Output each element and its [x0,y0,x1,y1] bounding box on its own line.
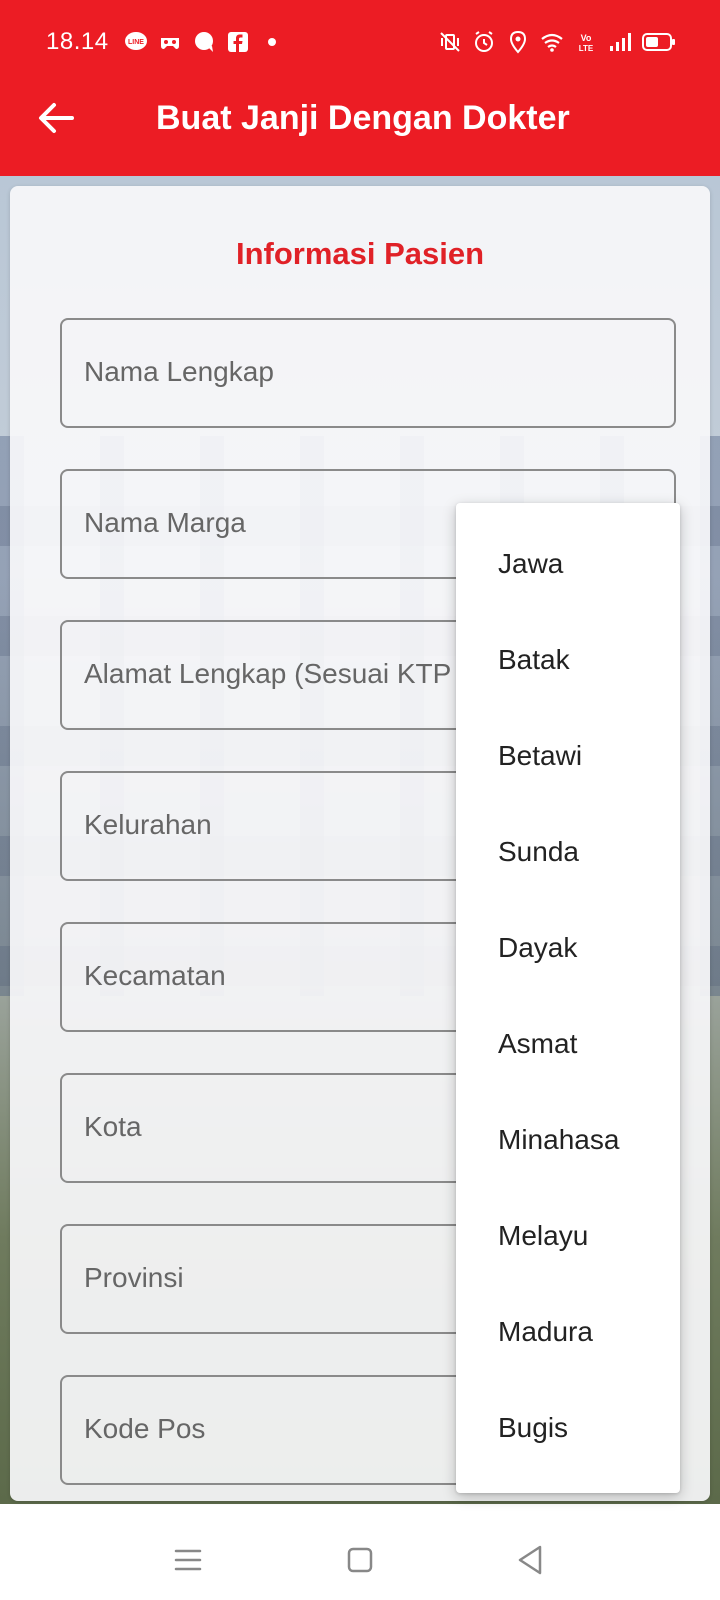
dot-icon [268,38,276,46]
volte-icon: VoLTE [579,33,594,53]
menu-icon[interactable] [168,1540,208,1580]
battery-icon [642,33,675,51]
notification-icons: LINE [124,30,284,54]
field-label: Nama Marga [84,507,246,538]
option-label: Madura [498,1316,593,1347]
system-icons: Vo LTE [438,30,676,54]
chat-icon [195,32,213,52]
option-label: Batak [498,644,570,675]
option-label: Asmat [498,1028,578,1059]
dropdown-option-sunda[interactable]: Sunda [456,806,680,902]
dropdown-option-asmat[interactable]: Asmat [456,998,680,1094]
system-navigation-bar [0,1512,720,1600]
back-arrow-icon[interactable] [36,98,76,138]
option-label: Melayu [498,1220,589,1251]
option-label: Jawa [498,548,564,579]
location-icon [509,30,527,54]
field-label: Nama Lengkap [84,356,274,387]
option-label: Dayak [498,932,578,963]
status-bar: 18.14 LINE Vo LTE [0,0,720,88]
alarm-icon [475,31,493,52]
back-icon[interactable] [510,1540,550,1580]
section-title: Informasi Pasien [235,236,485,271]
field-label: Kelurahan [84,809,212,840]
field-label: Alamat Lengkap (Sesuai KTP [84,658,452,689]
dropdown-option-dayak[interactable]: Dayak [456,902,680,998]
dropdown-option-jawa[interactable]: Jawa [456,518,680,614]
field-label: Kota [84,1111,142,1142]
line-icon: LINE [125,32,147,50]
game-icon [161,38,179,49]
status-time: 18.14 [46,28,109,55]
dropdown-option-bugis[interactable]: Bugis [456,1382,680,1478]
field-label: Kecamatan [84,960,226,991]
option-label: Bugis [498,1412,569,1443]
dropdown-option-batak[interactable]: Batak [456,614,680,710]
option-label: Sunda [498,836,579,867]
svg-text:Vo: Vo [581,33,592,43]
option-label: Minahasa [498,1124,620,1155]
mute-vibrate-icon [440,32,460,52]
ethnicity-dropdown-menu: Jawa Batak Betawi Sunda Dayak Asmat Mina… [456,503,680,1493]
field-label: Provinsi [84,1262,184,1293]
full-name-field[interactable]: Nama Lengkap [60,318,676,428]
home-icon[interactable] [340,1540,380,1580]
option-label: Betawi [498,740,583,771]
signal-icon [610,33,631,51]
dropdown-option-madura[interactable]: Madura [456,1286,680,1382]
page-title: Buat Janji Dengan Dokter [156,99,570,137]
field-label: Kode Pos [84,1413,206,1444]
svg-text:LINE: LINE [128,39,144,46]
facebook-icon [228,32,248,52]
dropdown-option-minahasa[interactable]: Minahasa [456,1094,680,1190]
dropdown-option-betawi[interactable]: Betawi [456,710,680,806]
wifi-icon [541,33,563,52]
svg-text:LTE: LTE [579,44,594,53]
dropdown-option-melayu[interactable]: Melayu [456,1190,680,1286]
